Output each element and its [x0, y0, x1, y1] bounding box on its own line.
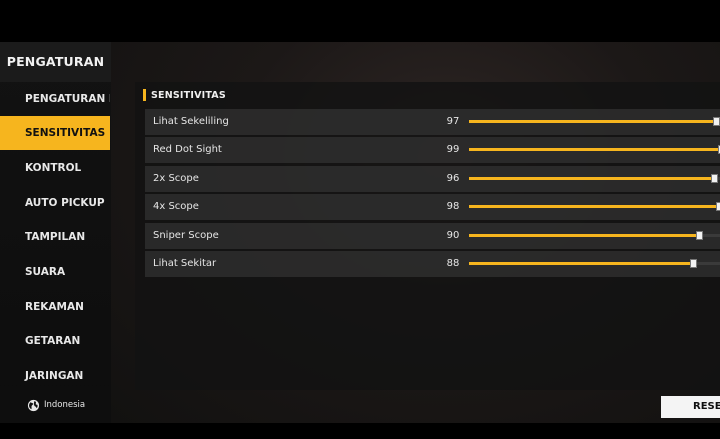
sidebar-item-pengaturan-dasar[interactable]: PENGATURAN DA: [0, 82, 110, 116]
sensitivity-row: Red Dot Sight 99: [145, 137, 720, 163]
top-letterbox: [0, 0, 720, 42]
sensitivity-value: 88: [446, 258, 460, 269]
slider-fill: [469, 148, 720, 151]
reset-button[interactable]: RESET: [661, 396, 720, 418]
sensitivity-label: Lihat Sekitar: [153, 258, 217, 269]
sensitivity-slider[interactable]: [469, 109, 720, 135]
section-accent-bar: [143, 89, 146, 101]
sensitivity-slider[interactable]: [469, 194, 720, 220]
language-selector[interactable]: Indonesia: [27, 398, 85, 412]
sensitivity-label: Sniper Scope: [153, 230, 219, 241]
sensitivity-row: Sniper Scope 90: [145, 223, 720, 249]
game-settings-screen: PENGATURAN PENGATURAN DA SENSITIVITAS KO…: [0, 0, 720, 439]
sidebar-item-kontrol[interactable]: KONTROL: [0, 151, 110, 185]
sensitivity-slider[interactable]: [469, 137, 720, 163]
slider-fill: [469, 177, 714, 180]
sensitivity-row: Lihat Sekitar 88: [145, 251, 720, 277]
globe-icon: [27, 399, 40, 411]
sensitivity-row: 4x Scope 98: [145, 194, 720, 220]
bottom-letterbox: [0, 423, 720, 439]
slider-fill: [469, 205, 719, 208]
slider-fill: [469, 120, 716, 123]
section-header: SENSITIVITAS: [143, 88, 226, 102]
section-title: SENSITIVITAS: [151, 89, 226, 101]
slider-fill: [469, 262, 693, 265]
sensitivity-panel: SENSITIVITAS Lihat Sekeliling 97 Red Dot…: [135, 82, 720, 390]
sidebar-item-tampilan[interactable]: TAMPILAN: [0, 220, 110, 254]
sidebar-item-rekaman[interactable]: REKAMAN: [0, 290, 110, 324]
sensitivity-value: 96: [446, 173, 460, 184]
sensitivity-label: Lihat Sekeliling: [153, 116, 229, 127]
sensitivity-label: Red Dot Sight: [153, 144, 222, 155]
slider-thumb[interactable]: [696, 231, 703, 240]
sensitivity-slider[interactable]: [469, 251, 720, 277]
slider-thumb[interactable]: [716, 202, 720, 211]
settings-main: SENSITIVITAS Lihat Sekeliling 97 Red Dot…: [111, 42, 720, 423]
sidebar-item-getaran[interactable]: GETARAN: [0, 324, 110, 358]
slider-thumb[interactable]: [711, 174, 718, 183]
sidebar-item-auto-pickup[interactable]: AUTO PICKUP: [0, 186, 110, 220]
sensitivity-value: 99: [446, 144, 460, 155]
slider-thumb[interactable]: [713, 117, 720, 126]
settings-sidebar: PENGATURAN PENGATURAN DA SENSITIVITAS KO…: [0, 42, 111, 423]
sidebar-item-suara[interactable]: SUARA: [0, 255, 110, 289]
slider-thumb[interactable]: [690, 259, 697, 268]
sensitivity-label: 2x Scope: [153, 173, 199, 184]
sensitivity-label: 4x Scope: [153, 201, 199, 212]
slider-fill: [469, 234, 699, 237]
language-label: Indonesia: [44, 400, 86, 410]
sensitivity-slider[interactable]: [469, 166, 720, 192]
sidebar-footer: Indonesia: [0, 386, 111, 423]
sensitivity-row: Lihat Sekeliling 97: [145, 109, 720, 135]
sensitivity-value: 90: [446, 230, 460, 241]
sidebar-item-sensitivitas[interactable]: SENSITIVITAS: [0, 116, 110, 150]
sidebar-title: PENGATURAN: [0, 42, 111, 82]
sensitivity-slider[interactable]: [469, 223, 720, 249]
sensitivity-value: 97: [446, 116, 460, 127]
sensitivity-value: 98: [446, 201, 460, 212]
sensitivity-row: 2x Scope 96: [145, 166, 720, 192]
